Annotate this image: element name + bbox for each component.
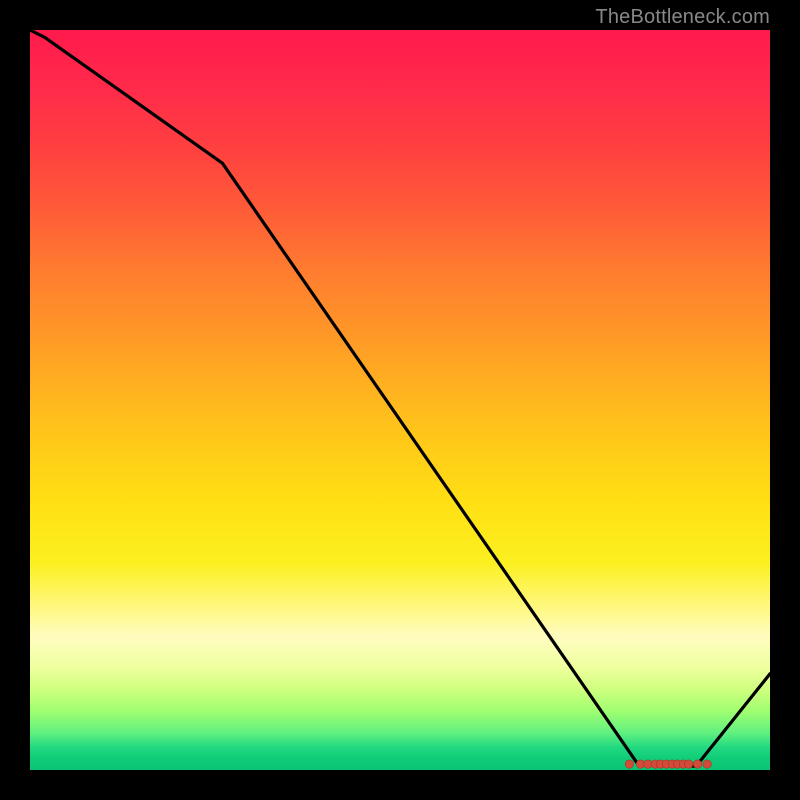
plot-gradient-area <box>30 30 770 770</box>
attribution-text: TheBottleneck.com <box>595 6 770 29</box>
chart-container: TheBottleneck.com <box>0 0 800 800</box>
